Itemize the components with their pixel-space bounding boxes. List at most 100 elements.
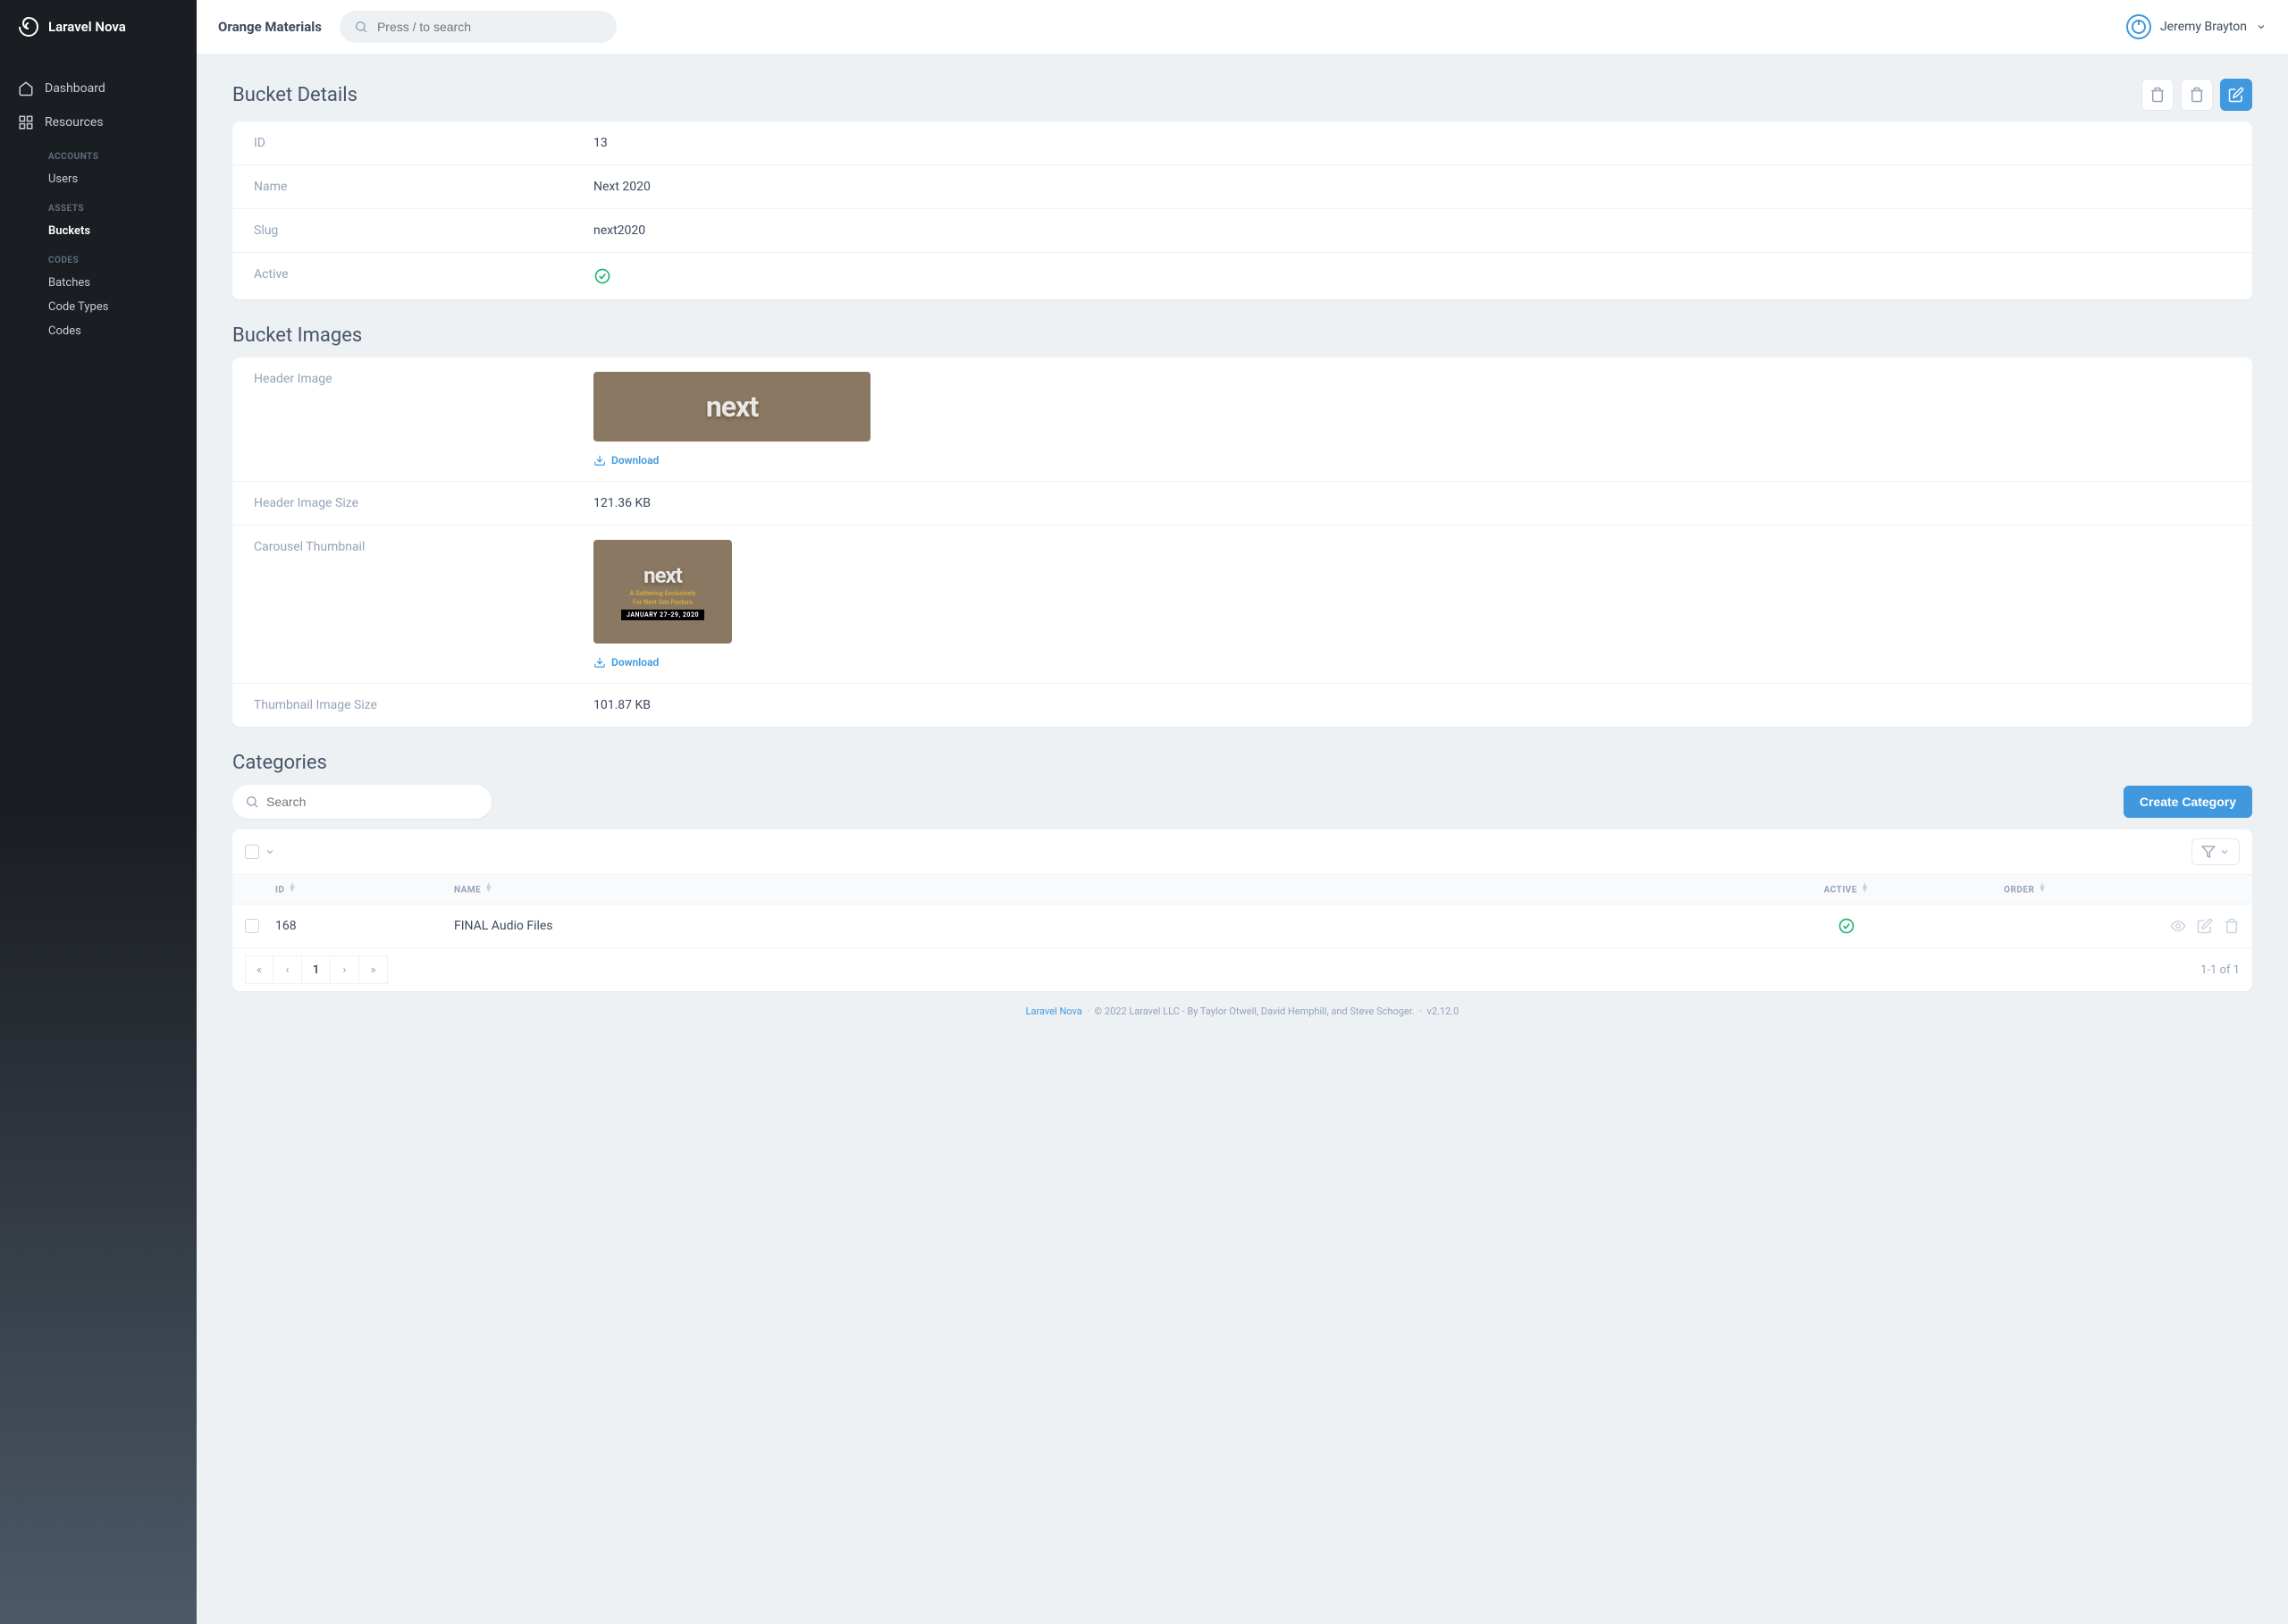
nav-resources[interactable]: Resources xyxy=(0,105,197,139)
thumb-size-value: 101.87 KB xyxy=(593,698,651,712)
sort-icon: ▲▼ xyxy=(1861,884,1869,894)
bucket-details-title: Bucket Details xyxy=(232,84,358,106)
header-size-label: Header Image Size xyxy=(254,496,593,510)
sidebar-nav: Dashboard Resources ACCOUNTS Users ASSET… xyxy=(0,54,197,361)
categories-table: ID▲▼ NAME▲▼ ACTIVE▲▼ ORDER▲▼ 168 FINAL A… xyxy=(232,829,2252,991)
delete-button[interactable] xyxy=(2141,79,2174,111)
page-current[interactable]: 1 xyxy=(302,955,331,984)
header-image-label: Header Image xyxy=(254,372,593,467)
carousel-sub2: For Next Gen Pastors xyxy=(633,599,693,606)
detail-id-value: 13 xyxy=(593,136,608,150)
topbar: Orange Materials Jeremy Brayton xyxy=(197,0,2288,54)
nav-buckets[interactable]: Buckets xyxy=(0,219,197,243)
download-label: Download xyxy=(611,656,659,669)
col-id-header[interactable]: ID▲▼ xyxy=(275,884,454,895)
row-checkbox[interactable] xyxy=(245,919,259,933)
carousel-image-preview: next A Gathering Exclusively For Next Ge… xyxy=(593,540,732,644)
grid-icon xyxy=(18,114,34,130)
chevron-down-icon[interactable] xyxy=(265,846,275,857)
global-search[interactable] xyxy=(340,11,617,43)
sidebar: Laravel Nova Dashboard Resources ACCOUNT… xyxy=(0,0,197,1624)
nav-dashboard[interactable]: Dashboard xyxy=(0,72,197,105)
nav-group-accounts: ACCOUNTS xyxy=(0,139,197,167)
trash-icon[interactable] xyxy=(2224,918,2240,934)
filter-icon xyxy=(2201,845,2216,859)
categories-search-input[interactable] xyxy=(266,795,479,809)
bucket-images-title: Bucket Images xyxy=(232,324,2252,347)
detail-active-value xyxy=(593,267,611,285)
sidebar-header: Laravel Nova xyxy=(0,0,197,54)
search-input[interactable] xyxy=(377,20,602,34)
nav-users[interactable]: Users xyxy=(0,167,197,191)
sort-icon: ▲▼ xyxy=(2038,884,2046,894)
nav-codes[interactable]: Codes xyxy=(0,319,197,343)
col-active-header[interactable]: ACTIVE▲▼ xyxy=(1757,884,1936,895)
search-icon xyxy=(245,795,259,809)
sort-icon: ▲▼ xyxy=(288,884,296,894)
detail-name-value: Next 2020 xyxy=(593,180,651,194)
nav-batches[interactable]: Batches xyxy=(0,271,197,295)
check-circle-icon xyxy=(593,267,611,285)
row-name: FINAL Audio Files xyxy=(454,919,1757,933)
home-icon xyxy=(18,80,34,97)
view-icon[interactable] xyxy=(2170,918,2186,934)
download-icon xyxy=(593,454,606,467)
header-size-value: 121.36 KB xyxy=(593,496,651,510)
page-last[interactable]: » xyxy=(359,955,388,984)
footer-version: v2.12.0 xyxy=(1427,1006,1459,1017)
row-id: 168 xyxy=(275,919,454,933)
chevron-down-icon xyxy=(2256,21,2267,32)
select-all-checkbox[interactable] xyxy=(245,845,259,859)
footer-copyright: © 2022 Laravel LLC - By Taylor Otwell, D… xyxy=(1095,1006,1415,1017)
trash-icon xyxy=(2189,87,2205,103)
filter-button[interactable] xyxy=(2191,838,2240,865)
carousel-download[interactable]: Download xyxy=(593,656,732,669)
page-first[interactable]: « xyxy=(245,955,273,984)
sort-icon: ▲▼ xyxy=(484,884,492,894)
page-prev[interactable]: ‹ xyxy=(273,955,302,984)
trash-icon xyxy=(2149,87,2166,103)
table-row: 168 FINAL Audio Files xyxy=(232,905,2252,948)
force-delete-button[interactable] xyxy=(2181,79,2213,111)
edit-icon xyxy=(2228,87,2244,103)
categories-search[interactable] xyxy=(232,785,492,819)
nav-code-types[interactable]: Code Types xyxy=(0,295,197,319)
footer: Laravel Nova · © 2022 Laravel LLC - By T… xyxy=(232,991,2252,1024)
bucket-images-panel: Header Image next Download Header Image … xyxy=(232,358,2252,727)
check-circle-icon xyxy=(1838,917,1855,935)
row-active xyxy=(1757,917,1936,935)
detail-slug-value: next2020 xyxy=(593,223,645,238)
download-label: Download xyxy=(611,454,659,467)
bucket-details-panel: ID 13 Name Next 2020 Slug next2020 Activ… xyxy=(232,122,2252,299)
header-image-preview: next xyxy=(593,372,871,442)
detail-id-label: ID xyxy=(254,136,593,150)
nav-group-codes: CODES xyxy=(0,243,197,271)
edit-button[interactable] xyxy=(2220,79,2252,111)
header-image-download[interactable]: Download xyxy=(593,454,871,467)
nav-group-assets: ASSETS xyxy=(0,191,197,219)
footer-link[interactable]: Laravel Nova xyxy=(1026,1006,1082,1017)
col-name-header[interactable]: NAME▲▼ xyxy=(454,884,1757,895)
create-category-button[interactable]: Create Category xyxy=(2124,786,2252,818)
detail-name-label: Name xyxy=(254,180,593,194)
carousel-date: JANUARY 27-29, 2020 xyxy=(621,610,704,620)
user-menu[interactable]: Jeremy Brayton xyxy=(2126,14,2267,39)
page-info: 1-1 of 1 xyxy=(2200,963,2240,977)
nav-resources-label: Resources xyxy=(45,115,104,130)
search-icon xyxy=(354,20,368,34)
logo-icon xyxy=(18,16,39,38)
user-name: Jeremy Brayton xyxy=(2160,20,2247,34)
page-next[interactable]: › xyxy=(331,955,359,984)
col-order-header[interactable]: ORDER▲▼ xyxy=(1936,884,2115,895)
app-title: Orange Materials xyxy=(218,19,322,35)
download-icon xyxy=(593,656,606,669)
brand-name: Laravel Nova xyxy=(48,19,126,35)
avatar xyxy=(2126,14,2151,39)
carousel-label: Carousel Thumbnail xyxy=(254,540,593,669)
detail-active-label: Active xyxy=(254,267,593,285)
detail-slug-label: Slug xyxy=(254,223,593,238)
thumb-size-label: Thumbnail Image Size xyxy=(254,698,593,712)
edit-icon[interactable] xyxy=(2197,918,2213,934)
nav-dashboard-label: Dashboard xyxy=(45,81,105,96)
header-image-text: next xyxy=(706,390,758,424)
